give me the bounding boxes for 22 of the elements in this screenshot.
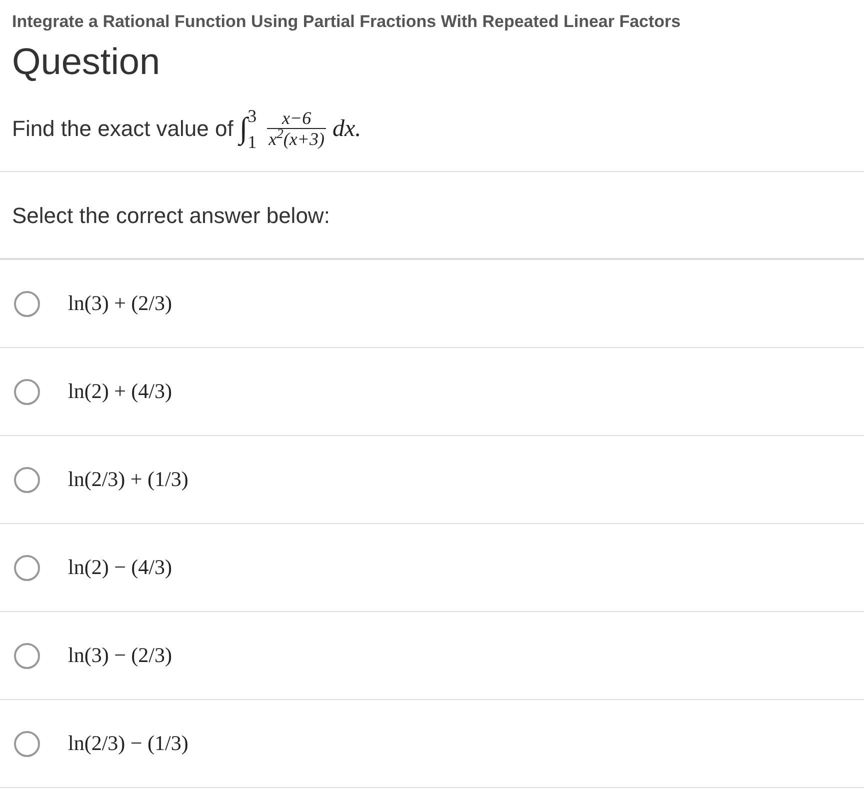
lower-limit: 1 — [248, 132, 257, 150]
numerator: x−6 — [280, 108, 312, 128]
answer-option[interactable]: ln(3) + (2/3) — [68, 288, 172, 320]
question-text: Find the exact value of — [12, 115, 234, 143]
integral-sign: ∫ — [239, 114, 248, 144]
topic-title: Integrate a Rational Function Using Partial Fractions With Repeated Linear Factors — [12, 11, 682, 33]
radio-button[interactable] — [14, 554, 40, 580]
answer-option[interactable]: ln(3) − (2/3) — [68, 640, 172, 672]
radio-button[interactable] — [14, 642, 40, 668]
radio-button[interactable] — [14, 730, 40, 756]
answer-option[interactable]: ln(2/3) + (1/3) — [68, 464, 188, 496]
upper-limit: 3 — [248, 106, 257, 124]
answer-option[interactable]: ln(2) − (4/3) — [68, 552, 172, 584]
radio-button[interactable] — [14, 290, 40, 316]
answer-option[interactable]: ln(2/3) − (1/3) — [68, 728, 188, 760]
differential: dx. — [332, 114, 362, 144]
question-heading: Question — [12, 40, 162, 84]
denominator: x$^{2}$(x+3) — [268, 129, 326, 149]
radio-button[interactable] — [14, 378, 40, 404]
radio-button[interactable] — [14, 466, 40, 492]
answer-option[interactable]: ln(2) + (4/3) — [68, 376, 172, 408]
answer-prompt: Select the correct answer below: — [12, 202, 330, 230]
